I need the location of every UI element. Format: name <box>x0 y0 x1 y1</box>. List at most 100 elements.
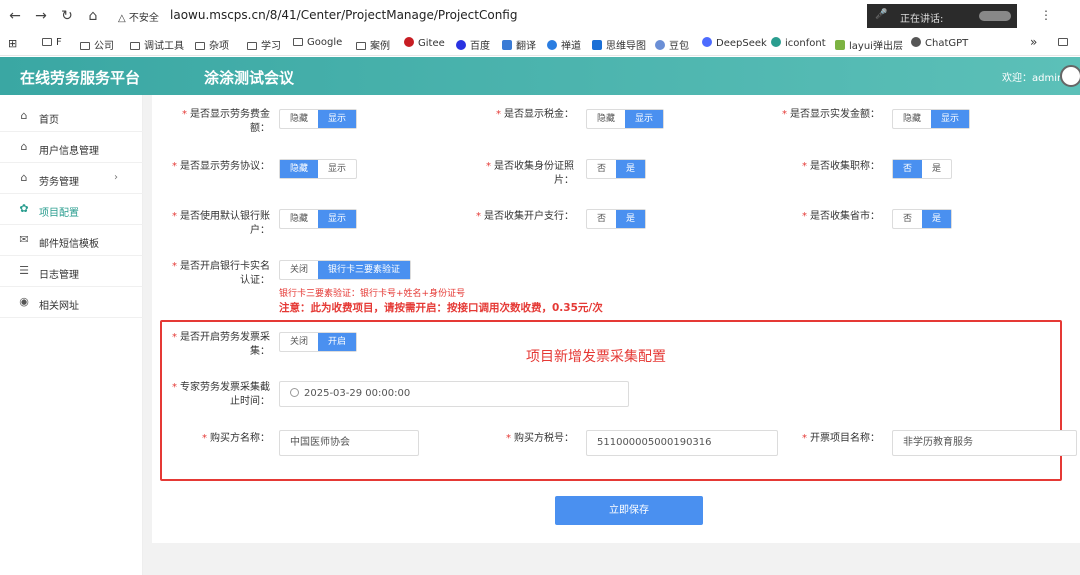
sidebar-item-templates[interactable]: ✉ 邮件短信模板 <box>0 225 143 256</box>
no-option[interactable]: 否 <box>893 210 922 228</box>
off-option[interactable]: 关闭 <box>280 261 318 279</box>
bookmark-zentao[interactable]: 禅道 <box>547 37 581 52</box>
bookmark-translate[interactable]: 翻译 <box>502 37 536 52</box>
invoice-collect-label: * 是否开启劳务发票采集： <box>172 332 270 357</box>
collect-province-label: * 是否收集省市： <box>802 211 880 222</box>
yes-option[interactable]: 是 <box>616 210 646 228</box>
no-option[interactable]: 否 <box>587 160 616 178</box>
show-actual-toggle[interactable]: 隐藏 显示 <box>892 109 971 129</box>
buyer-name-input[interactable]: 中国医师协会 <box>279 430 419 456</box>
yes-option[interactable]: 是 <box>922 210 952 228</box>
home-icon: ⌂ <box>20 140 28 153</box>
bookmark-baidu[interactable]: 百度 <box>456 37 490 52</box>
gear-icon: ✿ <box>19 202 29 215</box>
hide-option[interactable]: 隐藏 <box>280 160 319 178</box>
no-option[interactable]: 否 <box>893 160 923 178</box>
meeting-title: 涂涂测试会议 <box>204 69 295 87</box>
deepseek-icon <box>702 37 712 47</box>
sidebar-item-logs[interactable]: ☰ 日志管理 <box>0 256 143 287</box>
bookmark-folder[interactable]: 案例 <box>356 37 390 52</box>
invoice-collect-toggle[interactable]: 关闭 开启 <box>279 332 358 352</box>
url-field[interactable]: laowu.mscps.cn/8/41/Center/ProjectManage… <box>170 8 517 22</box>
collect-idphoto-label: * 是否收集身份证照片： <box>486 161 574 186</box>
speaking-indicator: 🎤 正在讲话: <box>867 4 1017 28</box>
bookmark-folder[interactable]: 公司 <box>80 37 114 52</box>
bookmark-folder[interactable]: 调试工具 <box>130 37 184 52</box>
clock-icon <box>290 388 299 397</box>
collect-branch-toggle[interactable]: 否 是 <box>586 209 647 229</box>
no-option[interactable]: 否 <box>587 210 616 228</box>
forward-icon[interactable]: → <box>32 7 50 25</box>
bank-realname-toggle[interactable]: 关闭 银行卡三要素验证 <box>279 260 412 280</box>
project-name-input[interactable]: 非学历教育服务 <box>892 430 1077 456</box>
user-avatar[interactable] <box>1060 65 1080 87</box>
insecure-badge[interactable]: △ 不安全 <box>118 9 159 24</box>
bookmark-mindmap[interactable]: 思维导图 <box>592 37 646 52</box>
bookmark-folder[interactable]: 杂项 <box>195 37 229 52</box>
mail-icon: ✉ <box>19 233 29 246</box>
speaker-avatar <box>979 11 1011 21</box>
back-icon[interactable]: ← <box>6 7 24 25</box>
folder-icon <box>293 38 303 46</box>
show-option[interactable]: 显示 <box>318 110 357 128</box>
bookmark-deepseek[interactable]: DeepSeek <box>702 37 767 49</box>
sidebar-item-links[interactable]: ◉ 相关网址 <box>0 287 143 318</box>
invoice-deadline-input[interactable]: 2025-03-29 00:00:00 <box>279 381 629 407</box>
bookmarks-more-icon[interactable]: » <box>1030 35 1037 49</box>
bookmark-folder[interactable]: Google <box>293 37 342 48</box>
off-option[interactable]: 关闭 <box>280 333 318 351</box>
sidebar-item-project-config[interactable]: ✿ 项目配置 <box>0 194 143 225</box>
buyer-tax-input[interactable]: 511000005000190316 <box>586 430 778 456</box>
bookmark-iconfont[interactable]: iconfont <box>771 37 826 49</box>
collect-title-label: * 是否收集职称： <box>802 161 880 172</box>
bookmark-chatgpt[interactable]: ChatGPT <box>911 37 968 49</box>
show-option[interactable]: 显示 <box>931 110 970 128</box>
collect-title-toggle[interactable]: 否 是 <box>892 159 953 179</box>
show-option[interactable]: 显示 <box>625 110 664 128</box>
home-icon[interactable]: ⌂ <box>84 7 102 25</box>
speaking-label: 正在讲话: <box>900 14 944 25</box>
translate-icon <box>502 40 512 50</box>
bookmark-layui[interactable]: layui弹出层 <box>835 37 903 52</box>
collect-idphoto-toggle[interactable]: 否 是 <box>586 159 647 179</box>
bookmark-folder[interactable]: F <box>42 37 62 48</box>
bookmark-gitee[interactable]: Gitee <box>404 37 445 49</box>
other-bookmarks-folder[interactable] <box>1058 37 1072 48</box>
folder-icon <box>80 42 90 50</box>
show-tax-toggle[interactable]: 隐藏 显示 <box>586 109 665 129</box>
show-agreement-label: * 是否显示劳务协议： <box>172 161 270 172</box>
folder-icon <box>1058 38 1068 46</box>
on-option[interactable]: 开启 <box>318 333 357 351</box>
hide-option[interactable]: 隐藏 <box>893 110 931 128</box>
collect-province-toggle[interactable]: 否 是 <box>892 209 953 229</box>
hide-option[interactable]: 隐藏 <box>587 110 625 128</box>
list-icon: ☰ <box>19 264 29 277</box>
sidebar-item-user-info[interactable]: ⌂ 用户信息管理 <box>0 132 143 163</box>
default-bank-toggle[interactable]: 隐藏 显示 <box>279 209 358 229</box>
show-fee-toggle[interactable]: 隐藏 显示 <box>279 109 358 129</box>
yes-option[interactable]: 是 <box>922 160 951 178</box>
sidebar-item-labor[interactable]: ⌂ 劳务管理 › <box>0 163 143 194</box>
hide-option[interactable]: 隐藏 <box>280 110 318 128</box>
iconfont-icon <box>771 37 781 47</box>
folder-icon <box>195 42 205 50</box>
apps-icon[interactable]: ⊞ <box>8 37 17 50</box>
yes-option[interactable]: 是 <box>616 160 646 178</box>
app-header: 在线劳务服务平台 涂涂测试会议 欢迎：admin <box>0 57 1080 95</box>
bank-realname-label: * 是否开启银行卡实名认证： <box>172 261 270 286</box>
bookmark-folder[interactable]: 学习 <box>247 37 281 52</box>
hide-option[interactable]: 隐藏 <box>280 210 318 228</box>
show-agreement-toggle[interactable]: 隐藏 显示 <box>279 159 358 179</box>
show-option[interactable]: 显示 <box>318 210 357 228</box>
menu-icon[interactable]: ⋮ <box>1040 8 1052 22</box>
sidebar-item-home[interactable]: ⌂ 首页 <box>0 101 143 132</box>
buyer-name-label: * 购买方名称： <box>202 433 270 444</box>
bookmark-doubao[interactable]: 豆包 <box>655 37 689 52</box>
reload-icon[interactable]: ↻ <box>58 7 76 25</box>
layui-icon <box>835 40 845 50</box>
chevron-right-icon: › <box>114 172 118 183</box>
bank-verify-option[interactable]: 银行卡三要素验证 <box>318 261 411 279</box>
collect-branch-label: * 是否收集开户支行： <box>476 211 574 222</box>
show-option[interactable]: 显示 <box>318 160 356 178</box>
save-button[interactable]: 立即保存 <box>555 496 703 525</box>
